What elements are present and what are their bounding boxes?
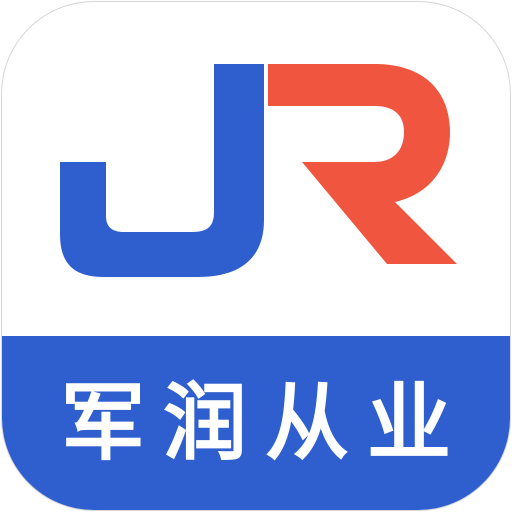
logo-letter-j	[60, 64, 264, 277]
app-name-banner: 军润从业	[2, 336, 510, 510]
logo-letter-r	[268, 64, 457, 264]
app-name: 军润从业	[60, 374, 469, 472]
app-icon[interactable]: 军润从业	[2, 2, 510, 510]
jr-logo	[60, 64, 457, 277]
